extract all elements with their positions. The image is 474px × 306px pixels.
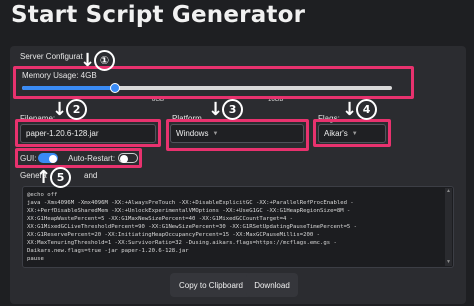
annotation-4: ↓ 4 bbox=[342, 98, 378, 120]
page-title: Start Script Generator bbox=[11, 2, 306, 28]
server-config-heading: Server Configurat bbox=[20, 52, 83, 61]
script-line: XX:G1ReservePercent=20 -XX:InitiatingHea… bbox=[27, 232, 320, 238]
annotation-3: ↓ 3 bbox=[208, 98, 244, 120]
annotation-2: ↓ 2 bbox=[52, 98, 88, 120]
annotation-number: ① bbox=[94, 50, 116, 71]
arrow-down-icon: ↓ bbox=[342, 98, 358, 120]
script-scrollbar[interactable]: ▲ ▼ bbox=[445, 188, 452, 266]
highlight-toggles bbox=[15, 148, 142, 168]
page: Start Script Generator Server Configurat… bbox=[0, 0, 474, 306]
arrow-down-icon: ↓ bbox=[208, 98, 224, 120]
script-line: pause bbox=[27, 256, 44, 262]
annotation-1: ↓ ① bbox=[80, 49, 116, 71]
annotation-5: ↑ 5 bbox=[36, 166, 72, 188]
arrow-down-icon: ↓ bbox=[52, 98, 68, 120]
scroll-down-icon[interactable]: ▼ bbox=[446, 260, 451, 265]
copy-to-clipboard-button[interactable]: Copy to Clipboard bbox=[170, 273, 252, 297]
script-line: java -Xms4096M -Xmx4096M -XX:+AlwaysPreT… bbox=[27, 200, 354, 206]
script-line: XX:G1MixedGCLiveThresholdPercent=90 -XX:… bbox=[27, 224, 358, 230]
script-line: XX:+PerfDisableSharedMem -XX:+UnlockExpe… bbox=[27, 208, 351, 214]
scroll-up-icon[interactable]: ▲ bbox=[446, 189, 451, 194]
highlight-flags bbox=[313, 119, 391, 147]
script-output[interactable]: @echo off java -Xms4096M -Xmx4096M -XX:+… bbox=[22, 186, 454, 268]
highlight-memory bbox=[13, 66, 414, 99]
annotation-number: 4 bbox=[356, 99, 378, 120]
script-line: XX:G1HeapWastePercent=5 -XX:G1MaxNewSize… bbox=[27, 216, 294, 222]
annotation-number: 2 bbox=[66, 99, 88, 120]
highlight-filename bbox=[15, 119, 161, 147]
highlight-platform bbox=[166, 119, 309, 151]
annotation-number: 5 bbox=[50, 167, 72, 188]
arrow-down-icon: ↓ bbox=[80, 49, 96, 71]
annotation-number: 3 bbox=[222, 99, 244, 120]
script-line: Daikars.new.flags=true -jar paper-1.20.6… bbox=[27, 248, 189, 254]
script-line: @echo off bbox=[27, 192, 58, 198]
download-button[interactable]: Download bbox=[246, 273, 298, 297]
generated-script-label-tail: and bbox=[84, 171, 98, 180]
arrow-up-icon: ↑ bbox=[36, 166, 52, 188]
script-line: XX:MaxTenuringThreshold=1 -XX:SurvivorRa… bbox=[27, 240, 337, 246]
